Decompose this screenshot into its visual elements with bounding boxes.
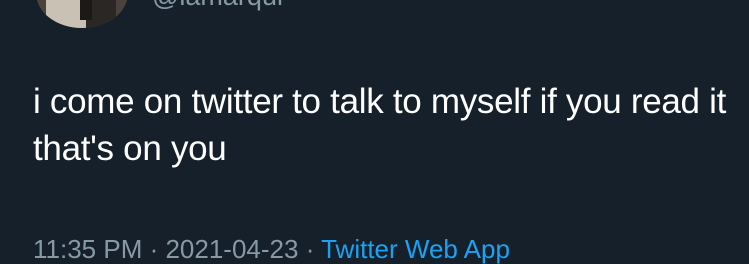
user-handle[interactable]: @lamarqui [152, 0, 283, 10]
avatar[interactable] [36, 0, 128, 28]
tweet-source[interactable]: Twitter Web App [321, 234, 510, 264]
tweet-timestamp[interactable]: 11:35 PM · 2021-04-23 [33, 234, 298, 264]
tweet-text: i come on twitter to talk to myself if y… [33, 82, 727, 168]
tweet-meta: 11:35 PM · 2021-04-23 · Twitter Web App [33, 236, 510, 262]
avatar-photo [36, 0, 128, 28]
meta-separator: · [298, 234, 322, 264]
